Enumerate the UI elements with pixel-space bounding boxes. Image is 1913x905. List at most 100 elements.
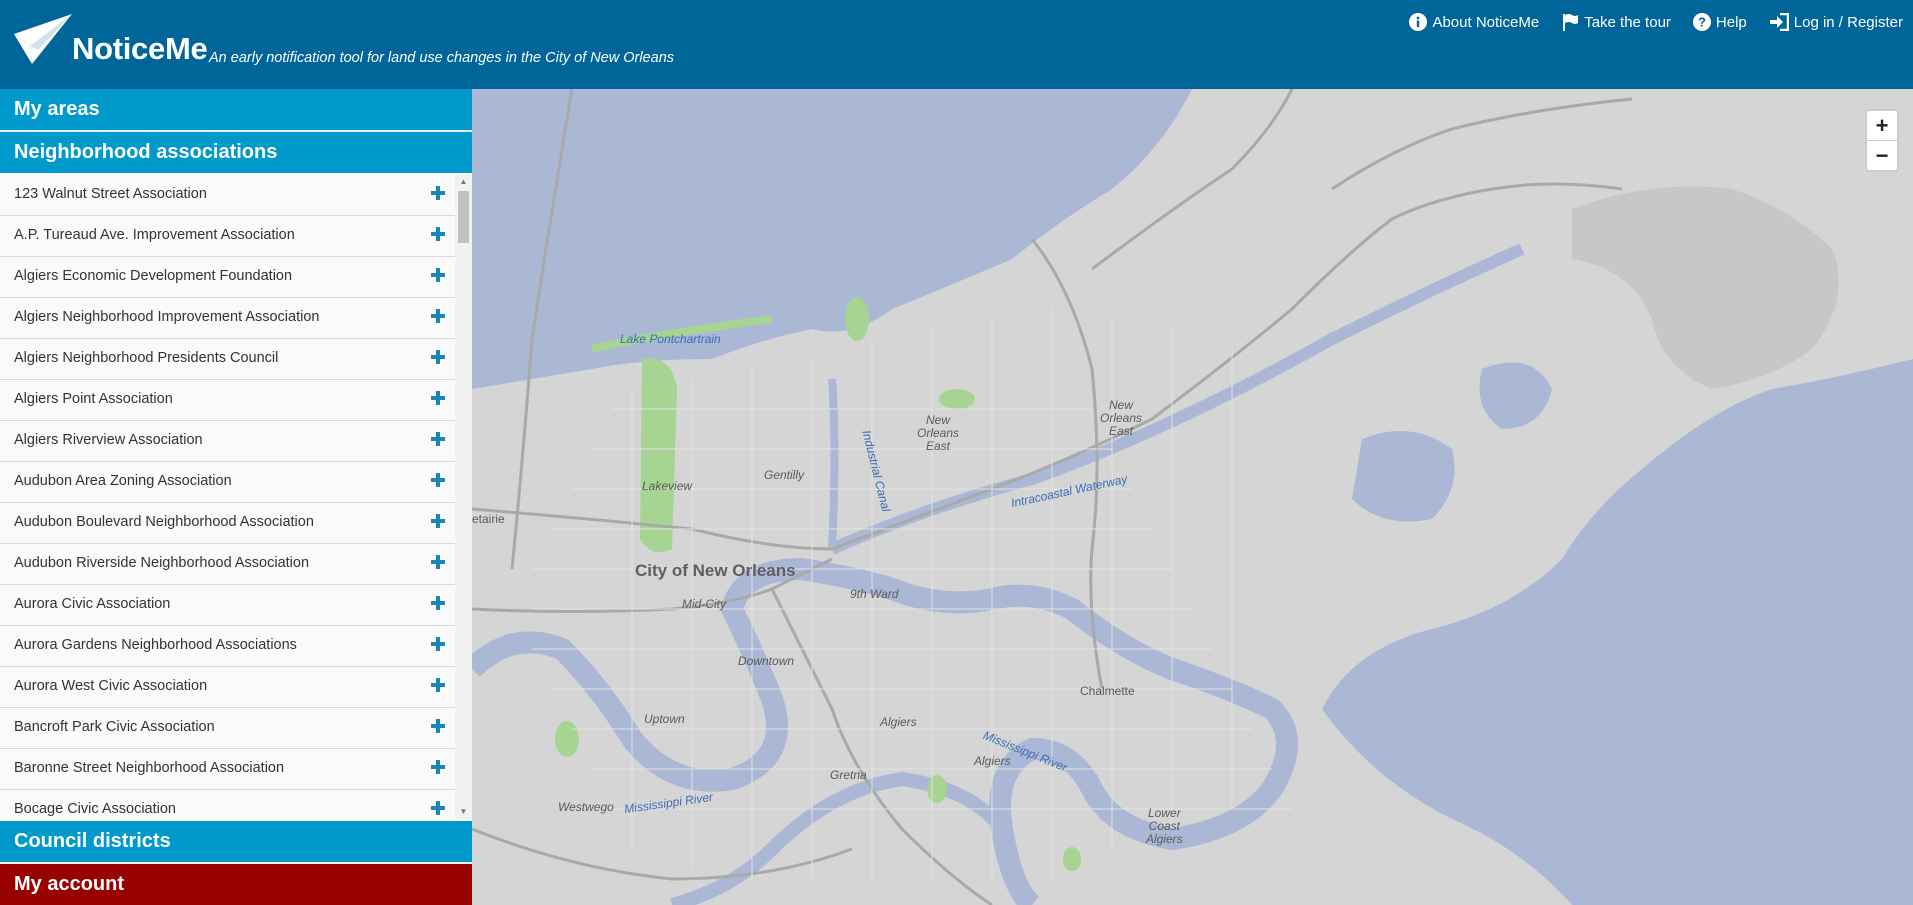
add-plus-icon[interactable] bbox=[431, 719, 445, 733]
association-name: Algiers Economic Development Foundation bbox=[14, 268, 293, 284]
login-icon bbox=[1769, 13, 1789, 31]
my-areas-header[interactable]: My areas bbox=[0, 89, 472, 130]
list-item[interactable]: Audubon Area Zoning Association bbox=[0, 462, 455, 503]
association-name: Bancroft Park Civic Association bbox=[14, 719, 215, 735]
help-label: Help bbox=[1715, 13, 1747, 31]
top-nav: About NoticeMe Take the tour ? Help Log … bbox=[1409, 13, 1903, 31]
add-plus-icon[interactable] bbox=[431, 678, 445, 692]
map-label: Algiers bbox=[880, 715, 917, 729]
map-basemap[interactable] bbox=[472, 89, 1913, 905]
list-scrollbar[interactable]: ▲ ▼ bbox=[455, 175, 472, 819]
add-plus-icon[interactable] bbox=[431, 186, 445, 200]
association-name: 123 Walnut Street Association bbox=[14, 186, 207, 202]
help-icon: ? bbox=[1692, 13, 1711, 31]
scroll-down-arrow-icon[interactable]: ▼ bbox=[455, 805, 472, 819]
flag-icon bbox=[1563, 14, 1579, 31]
add-plus-icon[interactable] bbox=[431, 473, 445, 487]
tour-label: Take the tour bbox=[1584, 13, 1671, 31]
association-name: Aurora Gardens Neighborhood Associations bbox=[14, 637, 297, 653]
map-label: Chalmette bbox=[1080, 684, 1135, 698]
tour-link[interactable]: Take the tour bbox=[1561, 13, 1671, 31]
help-link[interactable]: ? Help bbox=[1692, 13, 1747, 31]
map-label: Westwego bbox=[558, 800, 614, 814]
list-item[interactable]: Bancroft Park Civic Association bbox=[0, 708, 455, 749]
add-plus-icon[interactable] bbox=[431, 801, 445, 815]
login-link[interactable]: Log in / Register bbox=[1769, 13, 1903, 31]
add-plus-icon[interactable] bbox=[431, 596, 445, 610]
app-header: NoticeMe An early notification tool for … bbox=[0, 0, 1913, 89]
association-name: Algiers Neighborhood Improvement Associa… bbox=[14, 309, 320, 325]
my-account-header[interactable]: My account bbox=[0, 864, 472, 905]
association-name: Audubon Boulevard Neighborhood Associati… bbox=[14, 514, 314, 530]
tagline: An early notification tool for land use … bbox=[209, 50, 675, 66]
association-name: Algiers Point Association bbox=[14, 391, 173, 407]
map-label: Algiers bbox=[974, 754, 1011, 768]
scroll-thumb[interactable] bbox=[458, 191, 469, 243]
map-label: Gretna bbox=[830, 768, 867, 782]
list-item[interactable]: Algiers Point Association bbox=[0, 380, 455, 421]
association-name: Algiers Riverview Association bbox=[14, 432, 203, 448]
map-label: etairie bbox=[472, 512, 505, 526]
list-item[interactable]: Baronne Street Neighborhood Association bbox=[0, 749, 455, 790]
add-plus-icon[interactable] bbox=[431, 227, 445, 241]
login-label: Log in / Register bbox=[1793, 13, 1903, 31]
association-name: Baronne Street Neighborhood Association bbox=[14, 760, 285, 776]
association-name: Aurora West Civic Association bbox=[14, 678, 208, 694]
list-item[interactable]: 123 Walnut Street Association bbox=[0, 175, 455, 216]
zoom-out-button[interactable]: − bbox=[1867, 141, 1897, 170]
association-name: A.P. Tureaud Ave. Improvement Associatio… bbox=[14, 227, 295, 243]
map-label: Uptown bbox=[644, 712, 685, 726]
map-label: Lower Coast Algiers bbox=[1146, 806, 1183, 847]
map-label: New Orleans East bbox=[917, 413, 960, 454]
zoom-in-button[interactable]: + bbox=[1867, 111, 1897, 141]
info-icon bbox=[1409, 13, 1428, 31]
association-name: Algiers Neighborhood Presidents Council bbox=[14, 350, 279, 366]
scroll-up-arrow-icon[interactable]: ▲ bbox=[455, 175, 472, 189]
add-plus-icon[interactable] bbox=[431, 391, 445, 405]
map-label: Gentilly bbox=[764, 468, 805, 482]
association-name: Audubon Area Zoning Association bbox=[14, 473, 232, 489]
svg-text:?: ? bbox=[1698, 15, 1706, 30]
council-districts-header[interactable]: Council districts bbox=[0, 821, 472, 862]
association-name: Audubon Riverside Neighborhood Associati… bbox=[14, 555, 310, 571]
map[interactable]: Lake Pontchartrain Lakeview Gentilly New… bbox=[472, 89, 1913, 905]
list-item[interactable]: Bocage Civic Association bbox=[0, 790, 455, 819]
paper-plane-icon bbox=[14, 14, 72, 64]
sidebar: My areas Neighborhood associations 123 W… bbox=[0, 89, 472, 905]
map-label: 9th Ward bbox=[850, 587, 899, 601]
list-item[interactable]: Algiers Neighborhood Improvement Associa… bbox=[0, 298, 455, 339]
map-label: Downtown bbox=[738, 654, 795, 668]
list-item[interactable]: Algiers Riverview Association bbox=[0, 421, 455, 462]
neighborhood-associations-header[interactable]: Neighborhood associations bbox=[0, 132, 472, 173]
add-plus-icon[interactable] bbox=[431, 637, 445, 651]
add-plus-icon[interactable] bbox=[431, 432, 445, 446]
map-label: Mid-City bbox=[682, 597, 726, 611]
association-name: Bocage Civic Association bbox=[14, 801, 176, 817]
brand-name: NoticeMe bbox=[72, 31, 208, 66]
add-plus-icon[interactable] bbox=[431, 555, 445, 569]
map-label: City of New Orleans bbox=[635, 561, 796, 580]
zoom-control: + − bbox=[1865, 109, 1899, 172]
add-plus-icon[interactable] bbox=[431, 309, 445, 323]
list-item[interactable]: A.P. Tureaud Ave. Improvement Associatio… bbox=[0, 216, 455, 257]
list-item[interactable]: Algiers Neighborhood Presidents Council bbox=[0, 339, 455, 380]
add-plus-icon[interactable] bbox=[431, 760, 445, 774]
association-name: Aurora Civic Association bbox=[14, 596, 171, 612]
logo[interactable]: NoticeMe bbox=[12, 12, 208, 66]
list-item[interactable]: Audubon Riverside Neighborhood Associati… bbox=[0, 544, 455, 585]
about-link[interactable]: About NoticeMe bbox=[1409, 13, 1539, 31]
map-label: Lakeview bbox=[642, 479, 693, 493]
list-item[interactable]: Audubon Boulevard Neighborhood Associati… bbox=[0, 503, 455, 544]
list-item[interactable]: Aurora West Civic Association bbox=[0, 667, 455, 708]
list-item[interactable]: Aurora Gardens Neighborhood Associations bbox=[0, 626, 455, 667]
list-item[interactable]: Aurora Civic Association bbox=[0, 585, 455, 626]
map-label: Lake Pontchartrain bbox=[620, 332, 721, 346]
add-plus-icon[interactable] bbox=[431, 268, 445, 282]
add-plus-icon[interactable] bbox=[431, 350, 445, 364]
list-item[interactable]: Algiers Economic Development Foundation bbox=[0, 257, 455, 298]
map-label: New Orleans East bbox=[1100, 398, 1143, 439]
association-list: 123 Walnut Street Association A.P. Tureau… bbox=[0, 175, 455, 819]
add-plus-icon[interactable] bbox=[431, 514, 445, 528]
association-list-panel: 123 Walnut Street Association A.P. Tureau… bbox=[0, 175, 472, 819]
about-label: About NoticeMe bbox=[1432, 13, 1540, 31]
